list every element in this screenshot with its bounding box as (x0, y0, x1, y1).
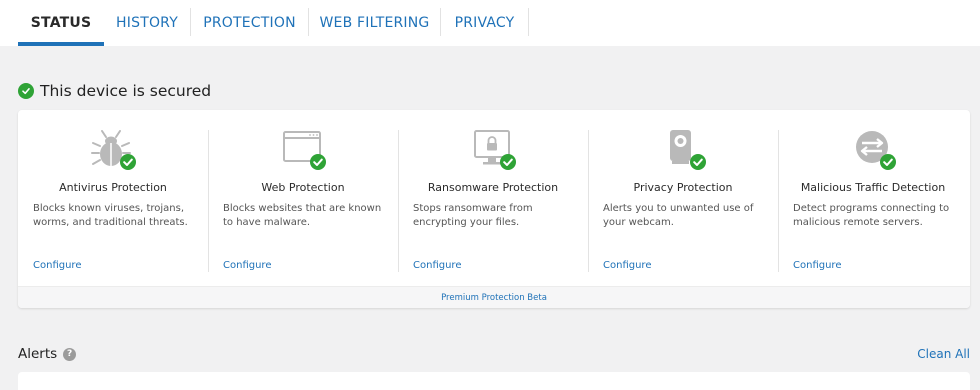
webcam-icon (657, 128, 709, 172)
tab-protection[interactable]: PROTECTION (191, 0, 308, 46)
configure-link[interactable]: Configure (33, 260, 81, 271)
column-divider (588, 130, 589, 272)
help-icon[interactable]: ? (63, 347, 77, 361)
feature-description: Stops ransomware from encrypting your fi… (413, 203, 533, 228)
alerts-panel (18, 372, 970, 390)
feature-malicious-traffic: Malicious Traffic Detection Detect progr… (778, 110, 968, 285)
column-divider (398, 130, 399, 272)
browser-window-icon (277, 128, 329, 172)
status-heading: This device is secured (18, 82, 211, 100)
column-divider (778, 130, 779, 272)
feature-title: Web Protection (261, 181, 345, 194)
feature-web: Web Protection Blocks websites that are … (208, 110, 398, 285)
locked-monitor-icon (467, 128, 519, 172)
card-footer: Premium Protection Beta (18, 286, 970, 308)
tab-privacy[interactable]: PRIVACY (441, 0, 528, 46)
feature-title: Privacy Protection (633, 181, 733, 194)
configure-link[interactable]: Configure (793, 260, 841, 271)
configure-link[interactable]: Configure (223, 260, 271, 271)
status-title: This device is secured (40, 82, 212, 100)
feature-antivirus: Antivirus Protection Blocks known viruse… (18, 110, 208, 285)
bug-icon (87, 128, 139, 172)
tab-separator (528, 8, 529, 36)
alerts-title: Alerts (18, 346, 58, 362)
protection-summary-card: Antivirus Protection Blocks known viruse… (18, 110, 970, 308)
clean-all-button[interactable]: Clean All (917, 347, 970, 361)
configure-link[interactable]: Configure (603, 260, 651, 271)
tab-web-filtering[interactable]: WEB FILTERING (309, 0, 440, 46)
alerts-heading: Alerts ? (18, 346, 77, 362)
feature-description: Alerts you to unwanted use of your webca… (603, 203, 754, 228)
feature-description: Blocks websites that are known to have m… (223, 203, 382, 228)
tab-status[interactable]: STATUS (18, 0, 104, 46)
column-divider (208, 130, 209, 272)
feature-ransomware: Ransomware Protection Stops ransomware f… (398, 110, 588, 285)
feature-description: Detect programs connecting to malicious … (793, 203, 950, 228)
tab-bar: STATUS HISTORY PROTECTION WEB FILTERING … (0, 0, 980, 46)
feature-title: Antivirus Protection (59, 181, 167, 194)
feature-privacy: Privacy Protection Alerts you to unwante… (588, 110, 778, 285)
tab-history[interactable]: HISTORY (104, 0, 190, 46)
premium-protection-beta-link[interactable]: Premium Protection Beta (441, 293, 547, 303)
feature-title: Malicious Traffic Detection (800, 181, 946, 194)
feature-title: Ransomware Protection (427, 181, 559, 194)
configure-link[interactable]: Configure (413, 260, 461, 271)
check-circle-icon (18, 83, 34, 99)
feature-description: Blocks known viruses, trojans, worms, an… (33, 203, 188, 228)
traffic-arrows-icon (847, 128, 899, 172)
